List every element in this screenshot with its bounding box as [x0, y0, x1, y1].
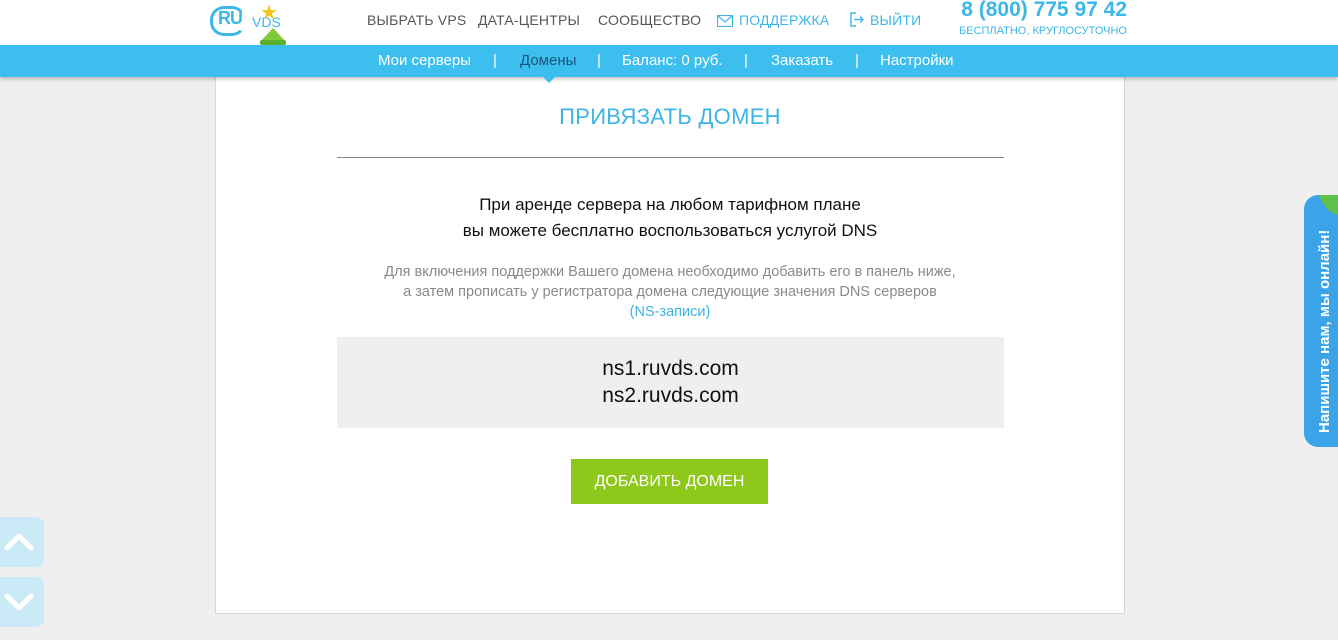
- ns-server-1: ns1.ruvds.com: [602, 357, 739, 380]
- star-icon: ★: [260, 2, 278, 24]
- nav-support-label: Поддержка: [739, 12, 830, 28]
- menu-settings[interactable]: Настройки: [880, 52, 954, 69]
- chevron-up-icon: [4, 533, 34, 551]
- title-divider: [337, 157, 1004, 158]
- nav-community[interactable]: Сообщество: [598, 12, 701, 28]
- logout-icon: [850, 12, 864, 27]
- scroll-up-button[interactable]: [0, 517, 44, 567]
- nav-community-label: Сообщество: [598, 12, 702, 28]
- phone-note: Бесплатно, круглосуточно: [959, 25, 1127, 37]
- info-text: Для включения поддержки Вашего домена не…: [216, 262, 1124, 322]
- account-menu: Мои серверы | Домены | Баланс: 0 руб. | …: [0, 45, 1338, 77]
- menu-order[interactable]: Заказать: [771, 52, 833, 69]
- christmas-tree-icon: [260, 28, 286, 45]
- menu-balance[interactable]: Баланс: 0 руб.: [622, 52, 723, 69]
- nav-datacenters-label: Дата-центры: [478, 12, 581, 28]
- nav-choose-vps-label: Выбрать VPS: [367, 12, 467, 28]
- nav-datacenters[interactable]: Дата-центры: [478, 12, 580, 28]
- active-menu-pointer: [543, 77, 555, 83]
- info-line-1: Для включения поддержки Вашего домена не…: [384, 264, 956, 280]
- page-title: Привязать домен: [559, 104, 781, 129]
- nav-logout-label: Выйти: [870, 12, 922, 28]
- menu-separator: |: [597, 52, 601, 69]
- nav-support[interactable]: Поддержка: [717, 12, 829, 28]
- menu-domains[interactable]: Домены: [520, 52, 576, 69]
- nav-choose-vps[interactable]: Выбрать VPS: [367, 12, 466, 28]
- lead-text: При аренде сервера на любом тарифном пла…: [216, 192, 1124, 244]
- ns-servers-box: ns1.ruvds.com ns2.ruvds.com: [337, 337, 1004, 428]
- envelope-icon: [717, 15, 733, 27]
- nav-logout[interactable]: Выйти: [850, 12, 921, 28]
- scroll-down-button[interactable]: [0, 577, 44, 627]
- ns-server-2: ns2.ruvds.com: [602, 384, 739, 407]
- logo-ru-text: RU: [218, 8, 243, 28]
- add-domain-button[interactable]: Добавить домен: [571, 459, 768, 504]
- menu-separator: |: [855, 52, 859, 69]
- chevron-down-icon: [4, 593, 34, 611]
- chat-corner-decoration: [1318, 195, 1338, 217]
- ns-records-link[interactable]: (NS-записи): [630, 304, 711, 320]
- menu-my-servers[interactable]: Мои серверы: [378, 52, 471, 69]
- top-header: RU VDS ★ Выбрать VPS Дата-центры Сообщес…: [0, 0, 1338, 45]
- domain-card: Привязать домен При аренде сервера на лю…: [215, 77, 1125, 614]
- chat-tab[interactable]: Напишите нам, мы онлайн!: [1304, 195, 1338, 447]
- menu-separator: |: [493, 52, 497, 69]
- chat-label: Напишите нам, мы онлайн!: [1316, 229, 1333, 433]
- lead-line-1: При аренде сервера на любом тарифном пла…: [479, 195, 861, 214]
- info-line-2: а затем прописать у регистратора домена …: [403, 284, 937, 300]
- lead-line-2: вы можете бесплатно воспользоваться услу…: [462, 221, 878, 240]
- phone-number[interactable]: 8 (800) 775 97 42: [961, 0, 1127, 22]
- ruvds-logo[interactable]: RU VDS ★: [210, 2, 292, 46]
- menu-separator: |: [744, 52, 748, 69]
